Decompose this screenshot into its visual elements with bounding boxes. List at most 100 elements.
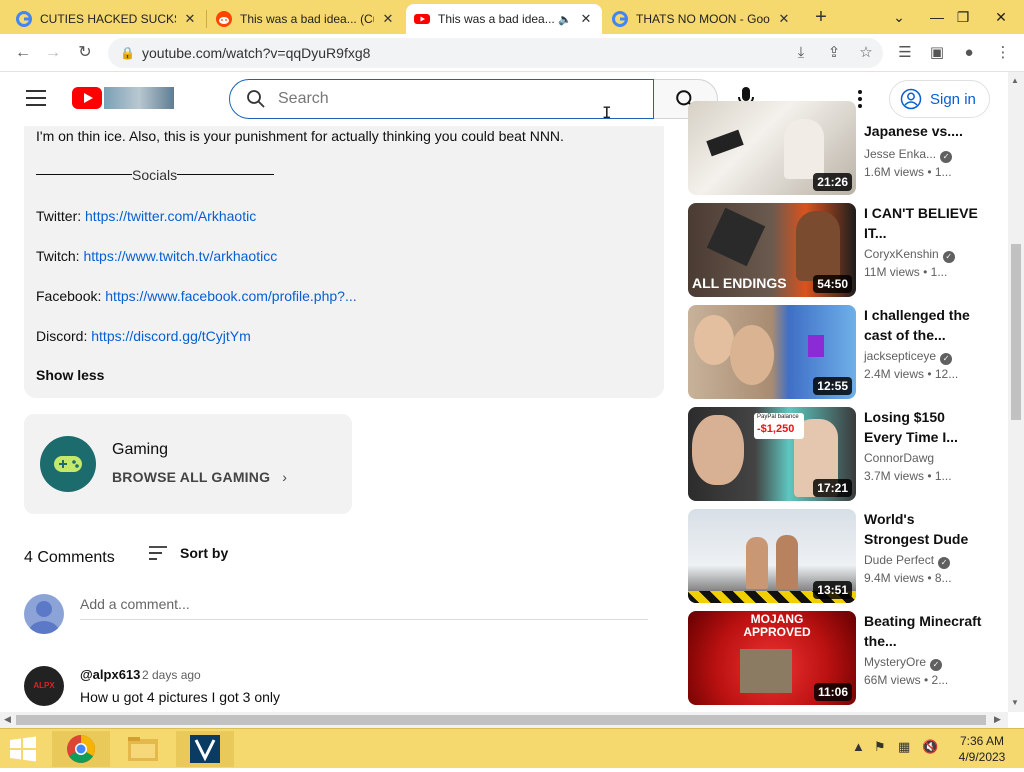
channel-name[interactable]: MysteryOre ✓ <box>864 655 943 671</box>
video-thumbnail[interactable]: 13:51 <box>688 509 856 603</box>
video-title[interactable]: Japanese vs.... <box>864 121 982 141</box>
video-thumbnail[interactable]: ALL ENDINGS 54:50 <box>688 203 856 297</box>
forward-arrow-icon[interactable]: → <box>42 42 64 64</box>
scroll-left-icon[interactable]: ◀ <box>4 714 11 725</box>
discord-link[interactable]: https://discord.gg/tCyjtYm <box>91 328 251 344</box>
video-title[interactable]: World's Strongest Dude <box>864 509 982 549</box>
social-row-discord: Discord: https://discord.gg/tCyjtYm <box>36 328 251 344</box>
back-arrow-icon[interactable]: ← <box>12 42 34 64</box>
video-duration: 54:50 <box>813 275 852 293</box>
close-icon[interactable]: ✕ <box>578 11 594 27</box>
browser-toolbar: ← → ↻ 🔒 youtube.com/watch?v=qqDyuR9fxg8 … <box>0 34 1024 72</box>
browser-tab-2[interactable]: This was a bad idea... (Cu ✕ <box>208 4 404 34</box>
show-hidden-icons-icon[interactable]: ▲ <box>852 739 865 754</box>
video-title[interactable]: I CAN'T BELIEVE IT... <box>864 203 982 243</box>
recommended-video[interactable]: ALL ENDINGS 54:50 I CAN'T BELIEVE IT... … <box>688 203 993 297</box>
clock-time: 7:36 AM <box>959 734 1005 748</box>
avatar[interactable]: ALPX <box>24 666 64 706</box>
close-icon[interactable]: ✕ <box>380 11 396 27</box>
close-icon[interactable]: ✕ <box>182 11 198 27</box>
share-icon[interactable]: ⇪ <box>823 42 845 64</box>
sort-icon <box>149 546 167 560</box>
video-thumbnail[interactable]: 12:55 <box>688 305 856 399</box>
youtube-icon <box>414 14 430 24</box>
file-explorer-taskbar-button[interactable] <box>114 731 172 767</box>
show-less-button[interactable]: Show less <box>36 367 104 383</box>
media-controls-icon[interactable]: ☰ <box>894 42 916 64</box>
scroll-down-icon[interactable]: ▼ <box>1011 698 1019 707</box>
browser-tab-4[interactable]: THATS NO MOON - Goo ✕ <box>604 4 800 34</box>
browser-tab-3-active[interactable]: This was a bad idea... 🔈 ✕ <box>406 4 602 34</box>
flag-icon[interactable]: ⚑ <box>874 739 886 755</box>
windows-taskbar: ▲ ⚑ ▦ 🔇 7:36 AM 4/9/2023 <box>0 728 1024 768</box>
video-thumbnail[interactable]: PayPal balance -$1,250 17:21 <box>688 407 856 501</box>
thumbnail-caption: ALL ENDINGS <box>692 275 787 291</box>
vertical-scrollbar[interactable]: ▲ ▼ <box>1008 72 1024 712</box>
restore-icon[interactable]: ❐ <box>946 0 980 34</box>
new-tab-button[interactable]: + <box>810 6 832 28</box>
side-panel-icon[interactable]: ▣ <box>926 42 948 64</box>
bookmark-star-icon[interactable]: ☆ <box>855 42 877 64</box>
channel-name[interactable]: jacksepticeye ✓ <box>864 349 953 365</box>
scrollbar-thumb[interactable] <box>16 715 986 725</box>
youtube-logo-icon[interactable] <box>72 87 102 109</box>
gaming-category-card[interactable]: Gaming BROWSE ALL GAMING › <box>24 414 352 514</box>
tab-search-chevron-icon[interactable]: ⌄ <box>882 0 916 34</box>
youtube-doodle-image[interactable] <box>104 87 174 109</box>
sort-by-button[interactable]: Sort by <box>148 545 228 561</box>
recommended-video[interactable]: 13:51 World's Strongest Dude Dude Perfec… <box>688 509 993 603</box>
video-title[interactable]: Beating Minecraft the... <box>864 611 982 651</box>
scrollbar-thumb[interactable] <box>1011 244 1021 420</box>
sort-by-label: Sort by <box>180 545 229 561</box>
browse-all-gaming-link[interactable]: BROWSE ALL GAMING › <box>112 469 287 485</box>
profile-icon[interactable]: ● <box>958 42 980 64</box>
taskbar-clock[interactable]: 7:36 AM 4/9/2023 <box>952 733 1012 765</box>
search-input[interactable] <box>278 88 618 110</box>
hamburger-menu-icon[interactable] <box>26 90 46 106</box>
scroll-up-icon[interactable]: ▲ <box>1011 76 1019 85</box>
comment-author[interactable]: @alpx613 <box>80 667 140 682</box>
channel-name[interactable]: CoryxKenshin ✓ <box>864 247 955 263</box>
video-meta: 66M views • 2... <box>864 673 949 687</box>
twitch-link[interactable]: https://www.twitch.tv/arkhaoticc <box>83 248 277 264</box>
chrome-menu-icon[interactable]: ⋮ <box>992 42 1014 64</box>
facebook-link[interactable]: https://www.facebook.com/profile.php?... <box>105 288 356 304</box>
video-title[interactable]: I challenged the cast of the... <box>864 305 982 345</box>
address-url[interactable]: youtube.com/watch?v=qqDyuR9fxg8 <box>142 45 370 61</box>
reload-icon[interactable]: ↻ <box>74 42 96 64</box>
network-icon[interactable]: ▦ <box>898 739 910 755</box>
face-shape <box>694 315 734 365</box>
install-app-icon[interactable]: ⤓ <box>790 42 812 64</box>
channel-name[interactable]: Dude Perfect ✓ <box>864 553 951 569</box>
comment-timestamp[interactable]: 2 days ago <box>142 668 201 682</box>
video-title[interactable]: Losing $150 Every Time I... <box>864 407 982 447</box>
chrome-taskbar-button[interactable] <box>52 731 110 767</box>
close-icon[interactable]: ✕ <box>776 11 792 27</box>
recommended-video[interactable]: PayPal balance -$1,250 17:21 Losing $150… <box>688 407 993 501</box>
twitter-link[interactable]: https://twitter.com/Arkhaotic <box>85 208 256 224</box>
browser-tab-1[interactable]: CUTIES HACKED SUCKS - ✕ <box>8 4 206 34</box>
recommended-video[interactable]: MOJANG APPROVED 11:06 Beating Minecraft … <box>688 611 993 705</box>
search-box[interactable] <box>229 79 654 119</box>
channel-name[interactable]: Jesse Enka... ✓ <box>864 147 953 163</box>
social-row-twitch: Twitch: https://www.twitch.tv/arkhaoticc <box>36 248 277 264</box>
add-comment-input[interactable]: Add a comment... <box>80 596 648 620</box>
address-bar[interactable]: 🔒 youtube.com/watch?v=qqDyuR9fxg8 <box>108 38 883 68</box>
speaker-icon[interactable]: 🔈 <box>558 13 572 26</box>
chrome-icon <box>67 735 95 763</box>
tab-title: THATS NO MOON - Goo <box>636 12 770 26</box>
video-duration: 17:21 <box>813 479 852 497</box>
scroll-right-icon[interactable]: ▶ <box>994 714 1001 725</box>
social-label: Twitch: <box>36 248 80 264</box>
tab-title: CUTIES HACKED SUCKS - <box>40 12 176 26</box>
video-thumbnail[interactable]: MOJANG APPROVED 11:06 <box>688 611 856 705</box>
volume-muted-icon[interactable]: 🔇 <box>922 739 938 755</box>
recommended-video[interactable]: 12:55 I challenged the cast of the... ja… <box>688 305 993 399</box>
horizontal-scrollbar[interactable]: ◀ ▶ <box>0 712 1008 728</box>
window-close-icon[interactable]: ✕ <box>984 0 1018 34</box>
windows-start-icon[interactable] <box>8 735 38 763</box>
app-taskbar-button[interactable] <box>176 731 234 767</box>
video-thumbnail[interactable]: 21:26 <box>688 101 856 195</box>
recommended-video[interactable]: 21:26 Japanese vs.... Jesse Enka... ✓ 1.6… <box>688 101 993 195</box>
channel-name[interactable]: ConnorDawg <box>864 451 934 465</box>
